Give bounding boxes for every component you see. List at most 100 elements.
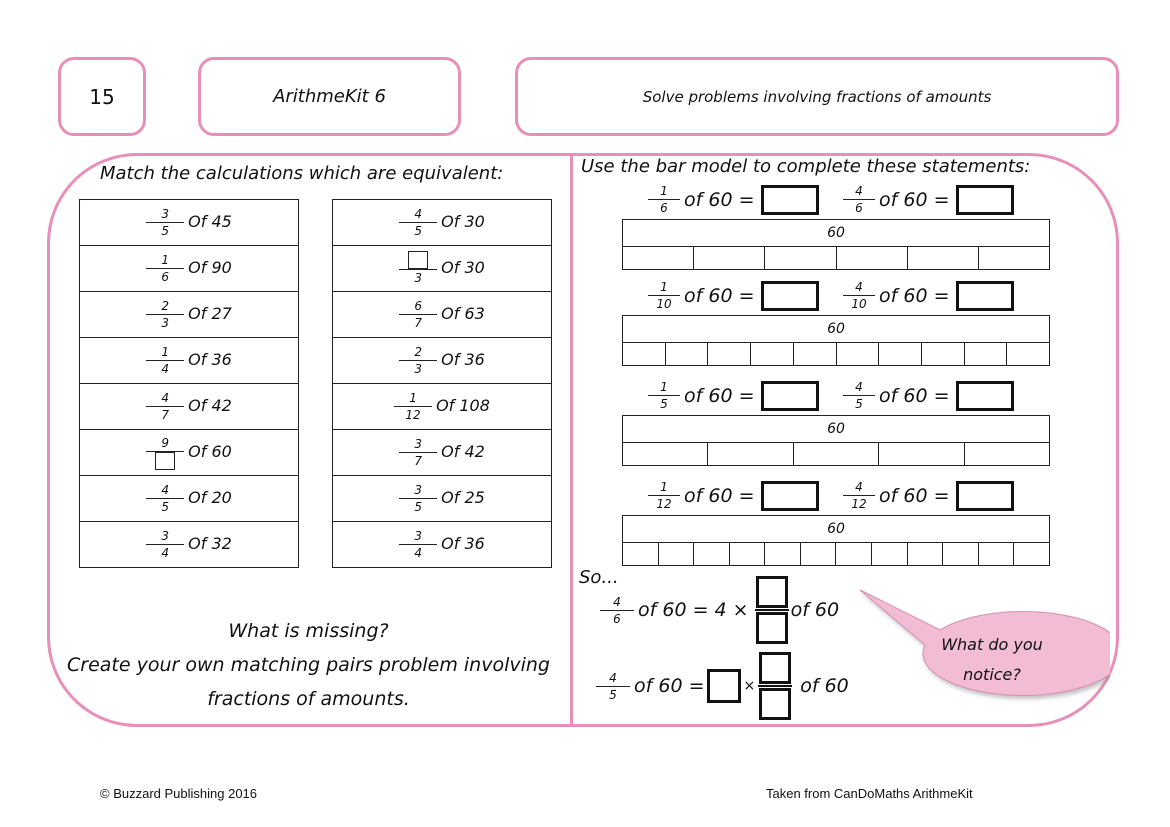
- bar-part[interactable]: [623, 543, 659, 565]
- bar-part[interactable]: [1014, 543, 1049, 565]
- bar-part[interactable]: [694, 247, 766, 269]
- fraction: 35: [146, 206, 185, 239]
- bar-part[interactable]: [837, 343, 880, 365]
- answer-box-multiplier[interactable]: [706, 669, 741, 703]
- match-row[interactable]: 3 5 Of 25: [332, 475, 552, 522]
- bar-part[interactable]: [659, 543, 695, 565]
- bar-part[interactable]: [965, 443, 1049, 465]
- bar-model: 60: [622, 415, 1050, 466]
- amount-text: Of 36: [188, 350, 232, 369]
- match-cell[interactable]: 3 7 Of 42: [332, 429, 552, 476]
- fraction: 14: [146, 344, 185, 377]
- match-row[interactable]: 9 Of 60: [79, 429, 299, 476]
- answer-box-denominator[interactable]: [759, 688, 792, 720]
- bar-part[interactable]: [836, 543, 873, 565]
- equation-2-tail: of 60: [800, 675, 849, 697]
- match-cell[interactable]: 3 5 Of 25: [332, 475, 552, 522]
- answer-box-denominator[interactable]: [755, 612, 788, 644]
- answer-box[interactable]: [955, 280, 1014, 311]
- match-row[interactable]: 1 4 Of 36: [79, 337, 299, 384]
- match-cell[interactable]: 6 7 Of 63: [332, 291, 552, 338]
- match-row[interactable]: 3 4 Of 36: [332, 521, 552, 568]
- match-cell[interactable]: 3 5 Of 45: [79, 199, 299, 246]
- bar-part[interactable]: [794, 343, 837, 365]
- bar-part[interactable]: [623, 343, 666, 365]
- bar-part[interactable]: [908, 247, 979, 269]
- match-row[interactable]: 3 Of 30: [332, 245, 552, 292]
- bar-part[interactable]: [1007, 343, 1049, 365]
- bar-part[interactable]: [965, 343, 1008, 365]
- match-row[interactable]: 2 3 Of 36: [332, 337, 552, 384]
- bar-part[interactable]: [623, 443, 709, 465]
- match-cell[interactable]: 3 4 Of 32: [79, 521, 299, 568]
- answer-box[interactable]: [760, 280, 819, 311]
- answer-box[interactable]: [760, 480, 819, 511]
- bar-part[interactable]: [879, 443, 965, 465]
- match-cell[interactable]: 9 Of 60: [79, 429, 299, 476]
- amount-text: Of 36: [441, 534, 485, 553]
- bar-part[interactable]: [730, 543, 766, 565]
- bar-part[interactable]: [751, 343, 794, 365]
- answer-box-numerator[interactable]: [759, 652, 792, 684]
- nonunit-fraction-statement: 4 6 of 60 =: [843, 183, 1014, 216]
- bar-part[interactable]: [908, 543, 944, 565]
- blank-denominator-box[interactable]: [155, 452, 176, 470]
- match-cell[interactable]: 4 5 Of 20: [79, 475, 299, 522]
- match-cell[interactable]: 3 Of 30: [332, 245, 552, 292]
- prompt-what-missing: What is missing?: [228, 620, 389, 642]
- bar-part[interactable]: [794, 443, 880, 465]
- bar-part[interactable]: [765, 543, 801, 565]
- match-row[interactable]: 4 5 Of 30: [332, 199, 552, 246]
- match-cell[interactable]: 2 3 Of 36: [332, 337, 552, 384]
- bar-part[interactable]: [837, 247, 908, 269]
- bar-part[interactable]: [666, 343, 709, 365]
- bar-part[interactable]: [801, 543, 837, 565]
- answer-box-numerator[interactable]: [755, 576, 788, 608]
- bar-part[interactable]: [708, 443, 794, 465]
- bar-part[interactable]: [922, 343, 965, 365]
- bar-part[interactable]: [943, 543, 979, 565]
- bar-part[interactable]: [872, 543, 908, 565]
- match-row[interactable]: 4 7 Of 42: [79, 383, 299, 430]
- match-row[interactable]: 1 12 Of 108: [332, 383, 552, 430]
- bar-part[interactable]: [979, 543, 1015, 565]
- bar-whole: 60: [622, 219, 1050, 247]
- match-row[interactable]: 2 3 Of 27: [79, 291, 299, 338]
- answer-box[interactable]: [955, 184, 1014, 215]
- bar-part[interactable]: [979, 247, 1049, 269]
- match-cell[interactable]: 3 4 Of 36: [332, 521, 552, 568]
- match-row[interactable]: 3 7 Of 42: [332, 429, 552, 476]
- match-cell[interactable]: 1 12 Of 108: [332, 383, 552, 430]
- match-row[interactable]: 3 5 Of 45: [79, 199, 299, 246]
- match-row[interactable]: 3 4 Of 32: [79, 521, 299, 568]
- fraction: 1 12: [648, 479, 680, 512]
- bar-part[interactable]: [623, 247, 695, 269]
- match-row[interactable]: 1 6 Of 90: [79, 245, 299, 292]
- amount-text: Of 45: [188, 212, 232, 231]
- match-row[interactable]: 4 5 Of 20: [79, 475, 299, 522]
- equation-2: 45 of 60 = × of 60: [596, 652, 849, 720]
- nonunit-fraction-statement: 4 5 of 60 =: [843, 379, 1014, 412]
- bar-part[interactable]: [694, 543, 730, 565]
- match-cell[interactable]: 1 4 Of 36: [79, 337, 299, 384]
- match-cell[interactable]: 4 7 Of 42: [79, 383, 299, 430]
- answer-box[interactable]: [760, 380, 819, 411]
- match-cell[interactable]: 4 5 Of 30: [332, 199, 552, 246]
- fraction: 9: [146, 435, 185, 470]
- bar-part[interactable]: [879, 343, 922, 365]
- answer-box[interactable]: [955, 480, 1014, 511]
- match-row[interactable]: 6 7 Of 63: [332, 291, 552, 338]
- amount-text: Of 90: [188, 258, 232, 277]
- answer-box[interactable]: [760, 184, 819, 215]
- fraction: 15: [648, 379, 680, 412]
- match-cell[interactable]: 2 3 Of 27: [79, 291, 299, 338]
- bar-part[interactable]: [765, 247, 837, 269]
- times-sign: ×: [743, 678, 756, 694]
- answer-box[interactable]: [955, 380, 1014, 411]
- bar-part[interactable]: [708, 343, 752, 365]
- amount-text: Of 20: [188, 488, 232, 507]
- unit-fraction-statement: 1 12 of 60 =: [648, 479, 819, 512]
- match-cell[interactable]: 1 6 Of 90: [79, 245, 299, 292]
- amount-text: Of 27: [188, 304, 232, 323]
- blank-numerator-box[interactable]: [408, 251, 429, 269]
